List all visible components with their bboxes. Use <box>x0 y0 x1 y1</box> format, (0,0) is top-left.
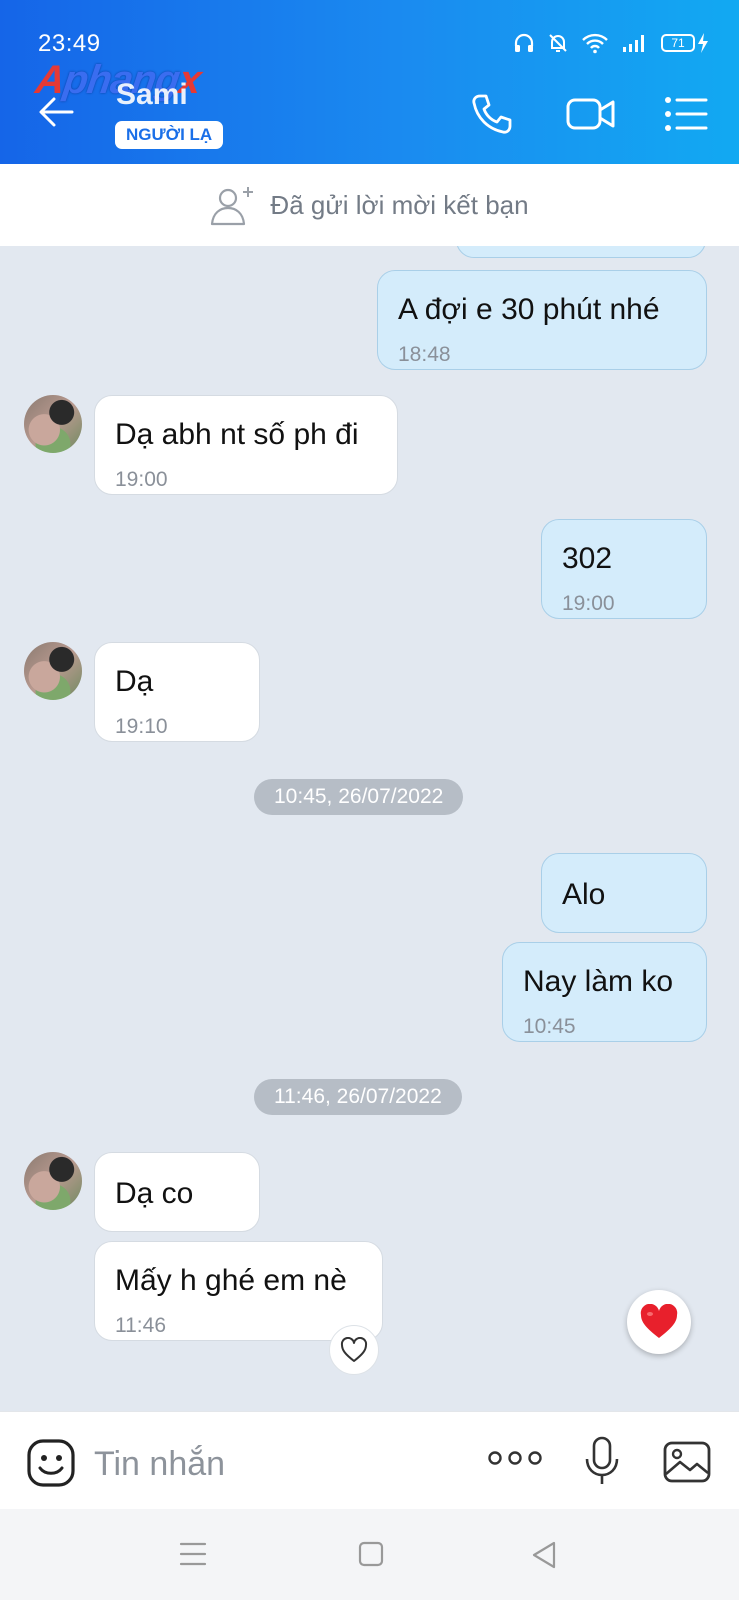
message-input[interactable]: Tin nhắn <box>94 1445 225 1484</box>
message-bubble-outgoing[interactable]: Alo <box>541 853 707 933</box>
avatar[interactable] <box>24 395 82 453</box>
nav-back-button[interactable] <box>530 1540 558 1575</box>
home-square-icon <box>358 1541 384 1567</box>
message-time: 18:48 <box>398 343 451 366</box>
wifi-icon <box>582 33 608 54</box>
status-bar: 23:49 71 <box>0 0 739 64</box>
video-call-button[interactable] <box>565 92 617 144</box>
message-text: Dạ abh nt số ph đi <box>115 418 359 451</box>
signal-icon <box>623 35 644 52</box>
message-bubble-outgoing[interactable]: A đợi e 30 phút nhé 18:48 <box>377 270 707 370</box>
chat-area[interactable]: A đợi e 30 phút nhé 18:48 Dạ abh nt số p… <box>0 246 739 1411</box>
sticker-button[interactable] <box>26 1438 76 1493</box>
status-time: 23:49 <box>38 30 101 57</box>
date-separator: 11:46, 26/07/2022 <box>254 1079 462 1115</box>
message-bubble-outgoing[interactable]: Nay làm ko 10:45 <box>502 942 707 1042</box>
message-time: 19:00 <box>562 592 615 615</box>
message-text: Nay làm ko <box>523 965 674 998</box>
microphone-icon <box>585 1436 619 1484</box>
message-bubble-incoming[interactable]: Dạ abh nt số ph đi 19:00 <box>94 395 398 495</box>
back-arrow-icon <box>39 97 74 127</box>
headphones-icon <box>514 33 534 52</box>
charging-bolt-icon <box>698 33 708 53</box>
friend-request-bar: Đã gửi lời mời kết bạn <box>0 164 739 246</box>
recents-icon <box>179 1542 207 1566</box>
message-text: Alo <box>562 878 606 911</box>
message-text: Dạ <box>115 665 154 698</box>
heart-icon <box>640 1304 678 1338</box>
system-nav-bar <box>0 1509 739 1600</box>
stranger-badge: NGƯỜI LẠ <box>115 121 224 149</box>
menu-button[interactable] <box>664 92 716 144</box>
message-input-bar: Tin nhắn <box>0 1411 739 1509</box>
status-icons: 71 <box>513 32 709 54</box>
contact-name[interactable]: Sami <box>116 78 188 112</box>
sticker-icon <box>27 1439 75 1487</box>
message-text: Dạ co <box>115 1177 194 1210</box>
message-time: 19:10 <box>115 715 168 738</box>
message-time: 19:00 <box>115 468 168 491</box>
back-button[interactable] <box>36 92 76 132</box>
add-friend-icon <box>211 187 254 226</box>
message-time: 10:45 <box>523 1015 576 1038</box>
react-button[interactable] <box>329 1325 379 1375</box>
message-bubble-partial[interactable] <box>456 246 706 258</box>
recents-button[interactable] <box>178 1540 208 1573</box>
friend-request-text: Đã gửi lời mời kết bạn <box>270 189 529 220</box>
message-bubble-incoming[interactable]: Dạ 19:10 <box>94 642 260 742</box>
more-dots-icon <box>488 1451 542 1465</box>
video-icon <box>566 98 615 130</box>
quick-heart-button[interactable] <box>627 1290 691 1354</box>
message-text: Mấy h ghé em nè <box>115 1264 347 1297</box>
message-text: A đợi e 30 phút nhé <box>398 293 660 326</box>
battery-indicator: 71 <box>661 33 709 53</box>
image-icon <box>663 1441 711 1483</box>
phone-icon <box>472 94 512 134</box>
message-time: 11:46 <box>115 1314 166 1337</box>
heart-outline-icon <box>340 1337 368 1362</box>
avatar[interactable] <box>24 642 82 700</box>
call-button[interactable] <box>470 92 522 144</box>
date-separator: 10:45, 26/07/2022 <box>254 779 464 815</box>
battery-level: 71 <box>661 34 695 52</box>
message-text: 302 <box>562 542 613 575</box>
chat-header: 23:49 71 Aphangx Sami NGƯỜI LẠ <box>0 0 739 164</box>
mute-bell-icon <box>549 34 567 52</box>
home-button[interactable] <box>357 1540 385 1573</box>
message-bubble-incoming[interactable]: Mấy h ghé em nè 11:46 <box>94 1241 383 1341</box>
message-bubble-outgoing[interactable]: 302 19:00 <box>541 519 707 619</box>
nav-back-icon <box>532 1541 556 1569</box>
more-options-button[interactable] <box>487 1448 543 1473</box>
menu-icon <box>665 97 708 131</box>
message-bubble-incoming[interactable]: Dạ co <box>94 1152 260 1232</box>
avatar[interactable] <box>24 1152 82 1210</box>
voice-button[interactable] <box>584 1436 620 1491</box>
image-button[interactable] <box>662 1440 712 1489</box>
